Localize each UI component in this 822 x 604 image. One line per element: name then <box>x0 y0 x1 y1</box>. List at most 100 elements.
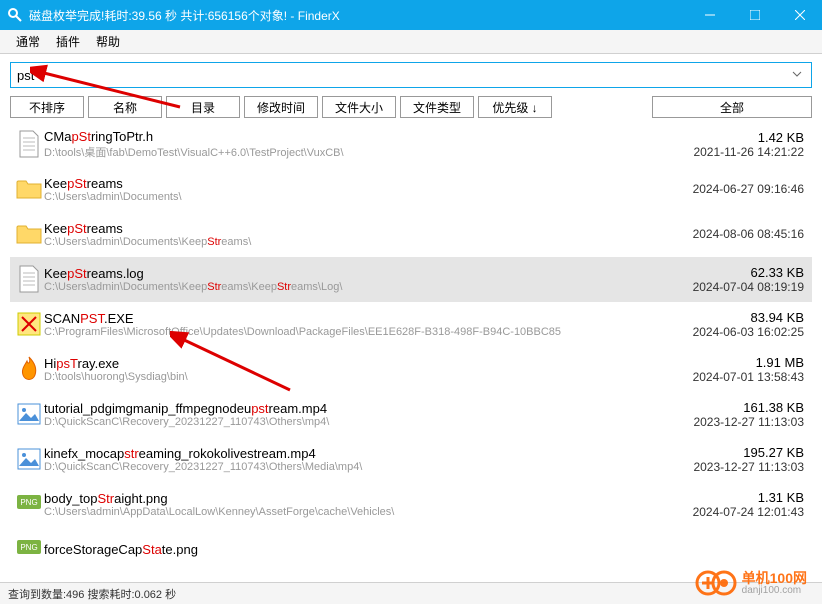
file-type-icon: PNG <box>14 533 44 565</box>
file-row[interactable]: PNG body_topStraight.pngC:\Users\admin\Ap… <box>10 482 812 527</box>
file-date: 2024-07-01 13:58:43 <box>638 370 804 384</box>
file-row[interactable]: KeepStreamsC:\Users\admin\Documents\Keep… <box>10 212 812 257</box>
file-name: HipsTray.exe <box>44 356 638 371</box>
file-type-icon <box>14 218 44 250</box>
file-size: 83.94 KB <box>638 310 804 325</box>
file-size: 1.42 KB <box>638 130 804 145</box>
file-path: D:\QuickScanC\Recovery_20231227_110743\O… <box>44 416 638 428</box>
file-meta: 1.42 KB2021-11-26 14:21:22 <box>638 130 808 159</box>
file-type-icon <box>14 353 44 385</box>
file-size: 195.27 KB <box>638 445 804 460</box>
file-path: C:\ProgramFiles\MicrosoftOffice\Updates\… <box>44 326 638 338</box>
file-size: 1.31 KB <box>638 490 804 505</box>
header-name[interactable]: 名称 <box>88 96 162 118</box>
file-date: 2023-12-27 11:13:03 <box>638 415 804 429</box>
file-meta: 1.91 MB2024-07-01 13:58:43 <box>638 355 808 384</box>
file-meta: 161.38 KB2023-12-27 11:13:03 <box>638 400 808 429</box>
minimize-button[interactable] <box>687 0 732 30</box>
menu-general[interactable]: 通常 <box>8 30 48 53</box>
file-row[interactable]: KeepStreams.logC:\Users\admin\Documents\… <box>10 257 812 302</box>
file-info: body_topStraight.pngC:\Users\admin\AppDa… <box>44 491 638 518</box>
file-name: CMapStringToPtr.h <box>44 129 638 144</box>
file-row[interactable]: kinefx_mocapstreaming_rokokolivestream.m… <box>10 437 812 482</box>
file-name: KeepStreams <box>44 176 638 191</box>
window-title: 磁盘枚举完成!耗时:39.56 秒 共计:656156个对象! - Finder… <box>29 7 687 24</box>
file-date: 2021-11-26 14:21:22 <box>638 145 804 159</box>
menubar: 通常 插件 帮助 <box>0 30 822 54</box>
file-row[interactable]: HipsTray.exeD:\tools\huorong\Sysdiag\bin… <box>10 347 812 392</box>
close-button[interactable] <box>777 0 822 30</box>
file-info: KeepStreamsC:\Users\admin\Documents\Keep… <box>44 221 638 248</box>
file-type-icon <box>14 308 44 340</box>
maximize-button[interactable] <box>732 0 777 30</box>
file-info: KeepStreamsC:\Users\admin\Documents\ <box>44 176 638 203</box>
header-sort[interactable]: 不排序 <box>10 96 84 118</box>
watermark-logo-icon <box>694 567 742 599</box>
file-name: forceStorageCapState.png <box>44 542 638 557</box>
file-path: D:\tools\huorong\Sysdiag\bin\ <box>44 371 638 383</box>
file-type-icon <box>14 443 44 475</box>
app-icon <box>6 6 24 24</box>
search-input[interactable] <box>17 68 791 83</box>
file-date: 2024-07-04 08:19:19 <box>638 280 804 294</box>
file-date: 2023-12-27 11:13:03 <box>638 460 804 474</box>
file-meta: 62.33 KB2024-07-04 08:19:19 <box>638 265 808 294</box>
menu-help[interactable]: 帮助 <box>88 30 128 53</box>
header-mtime[interactable]: 修改时间 <box>244 96 318 118</box>
file-name: KeepStreams <box>44 221 638 236</box>
header-priority[interactable]: 优先级 ↓ <box>478 96 552 118</box>
watermark-url: danji100.com <box>742 585 807 596</box>
file-info: CMapStringToPtr.hD:\tools\桌面\fab\DemoTes… <box>44 129 638 160</box>
svg-text:PNG: PNG <box>20 498 37 507</box>
file-info: SCANPST.EXEC:\ProgramFiles\MicrosoftOffi… <box>44 311 638 338</box>
file-type-icon <box>14 263 44 295</box>
header-size[interactable]: 文件大小 <box>322 96 396 118</box>
file-row[interactable]: CMapStringToPtr.hD:\tools\桌面\fab\DemoTes… <box>10 122 812 167</box>
watermark-title: 单机100网 <box>742 571 807 585</box>
file-type-icon <box>14 173 44 205</box>
file-meta: 83.94 KB2024-06-03 16:02:25 <box>638 310 808 339</box>
file-info: HipsTray.exeD:\tools\huorong\Sysdiag\bin… <box>44 356 638 383</box>
file-name: body_topStraight.png <box>44 491 638 506</box>
window-buttons <box>687 0 822 30</box>
header-dir[interactable]: 目录 <box>166 96 240 118</box>
svg-text:PNG: PNG <box>20 543 37 552</box>
titlebar: 磁盘枚举完成!耗时:39.56 秒 共计:656156个对象! - Finder… <box>0 0 822 30</box>
file-info: tutorial_pdgimgmanip_ffmpegnodeupstream.… <box>44 401 638 428</box>
file-row[interactable]: PNG forceStorageCapState.png <box>10 527 812 572</box>
file-path: C:\Users\admin\Documents\KeepStreams\ <box>44 236 638 248</box>
file-path: D:\QuickScanC\Recovery_20231227_110743\O… <box>44 461 638 473</box>
search-area <box>0 54 822 96</box>
header-type[interactable]: 文件类型 <box>400 96 474 118</box>
column-headers: 不排序 名称 目录 修改时间 文件大小 文件类型 优先级 ↓ 全部 <box>0 96 822 118</box>
status-text: 查询到数量:496 搜索耗时:0.062 秒 <box>8 586 176 602</box>
file-row[interactable]: tutorial_pdgimgmanip_ffmpegnodeupstream.… <box>10 392 812 437</box>
search-dropdown-icon[interactable] <box>791 68 805 82</box>
watermark: 单机100网 danji100.com <box>694 567 807 599</box>
file-row[interactable]: SCANPST.EXEC:\ProgramFiles\MicrosoftOffi… <box>10 302 812 347</box>
file-name: SCANPST.EXE <box>44 311 638 326</box>
file-meta: 1.31 KB2024-07-24 12:01:43 <box>638 490 808 519</box>
file-info: forceStorageCapState.png <box>44 542 638 557</box>
file-name: kinefx_mocapstreaming_rokokolivestream.m… <box>44 446 638 461</box>
file-type-icon <box>14 398 44 430</box>
file-meta: 2024-06-27 09:16:46 <box>638 182 808 196</box>
file-path: C:\Users\admin\AppData\LocalLow\Kenney\A… <box>44 506 638 518</box>
file-type-icon: PNG <box>14 488 44 520</box>
menu-plugins[interactable]: 插件 <box>48 30 88 53</box>
file-name: KeepStreams.log <box>44 266 638 281</box>
file-size: 161.38 KB <box>638 400 804 415</box>
file-meta: 195.27 KB2023-12-27 11:13:03 <box>638 445 808 474</box>
file-date: 2024-06-03 16:02:25 <box>638 325 804 339</box>
file-name: tutorial_pdgimgmanip_ffmpegnodeupstream.… <box>44 401 638 416</box>
file-row[interactable]: KeepStreamsC:\Users\admin\Documents\2024… <box>10 167 812 212</box>
header-all[interactable]: 全部 <box>652 96 812 118</box>
file-type-icon <box>14 128 44 160</box>
file-info: kinefx_mocapstreaming_rokokolivestream.m… <box>44 446 638 473</box>
file-size: 1.91 MB <box>638 355 804 370</box>
search-box[interactable] <box>10 62 812 88</box>
file-path: C:\Users\admin\Documents\KeepStreams\Kee… <box>44 281 638 293</box>
file-list[interactable]: CMapStringToPtr.hD:\tools\桌面\fab\DemoTes… <box>0 118 822 592</box>
file-date: 2024-08-06 08:45:16 <box>638 227 804 241</box>
file-date: 2024-06-27 09:16:46 <box>638 182 804 196</box>
